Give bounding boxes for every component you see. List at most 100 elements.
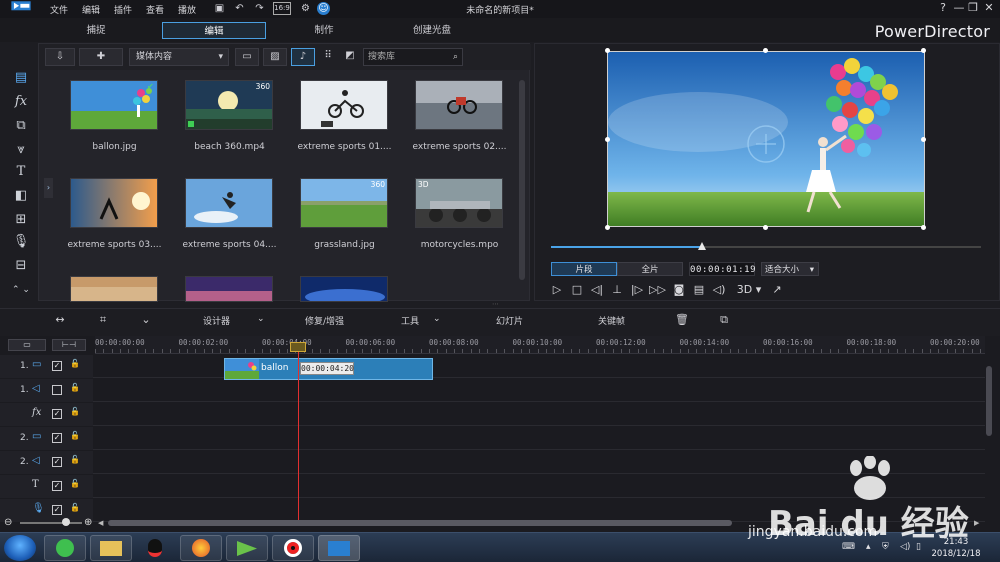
keyframe-button[interactable]: 关键帧 (598, 314, 625, 327)
transform-handle[interactable] (605, 137, 610, 142)
fast-forward-icon[interactable]: ▷▷ (649, 282, 666, 298)
track-row[interactable]: 1. ◁ 🔓 (0, 379, 985, 402)
timeline-zoom-slider[interactable] (20, 522, 82, 524)
menu-plugins[interactable]: 插件 (114, 3, 132, 16)
taskbar-firefox-icon[interactable] (180, 535, 222, 561)
crop-icon[interactable]: ⌗ (95, 312, 111, 328)
undock-preview-icon[interactable]: ↗ (769, 282, 785, 298)
start-button[interactable] (4, 535, 36, 561)
chevron-down-icon[interactable]: ⌄ (433, 314, 441, 324)
library-scrollbar[interactable] (519, 80, 525, 280)
chapter-room-icon[interactable]: ⊟ (8, 256, 34, 276)
undo-icon[interactable]: ↶ (233, 2, 246, 15)
import-media-button[interactable]: ⇩ (45, 48, 75, 66)
transform-handle[interactable] (921, 137, 926, 142)
next-frame-icon[interactable]: |▷ (629, 282, 645, 298)
track-row[interactable]: 2. ▭ ✓ 🔓 (0, 427, 985, 450)
fix-enhance-button[interactable]: 修复/增强 (305, 314, 344, 327)
tab-capture[interactable]: 捕捉 (44, 22, 148, 39)
subtitle-icon[interactable]: ▤ (691, 282, 707, 298)
menu-file[interactable]: 文件 (50, 3, 68, 16)
trash-icon[interactable]: 🗑 (674, 312, 690, 328)
clip-mode-tab[interactable]: 片段 (551, 262, 617, 276)
media-item-beach-360[interactable]: 360 beach 360.mp4 (172, 80, 287, 168)
redo-icon[interactable]: ↷ (253, 2, 266, 15)
close-button[interactable]: ✕ (982, 1, 996, 15)
scroll-left-icon[interactable]: ◀ (98, 519, 103, 527)
stop-icon[interactable]: □ (569, 282, 585, 298)
transform-handle[interactable] (921, 48, 926, 53)
movie-mode-tab[interactable]: 全片 (617, 262, 683, 276)
track-lock-icon[interactable]: 🔓 (70, 431, 80, 443)
help-button[interactable]: ? (936, 1, 950, 15)
title-room-icon[interactable]: T (8, 162, 34, 182)
playhead-marker-icon[interactable] (290, 342, 306, 352)
track-row[interactable]: fx ✓ 🔓 (0, 403, 985, 426)
fit-timeline-icon[interactable]: ↔ (52, 312, 68, 328)
fit-project-button[interactable]: ⊢⊣ (52, 339, 86, 351)
media-item-partial[interactable] (70, 276, 158, 302)
3d-mode-button[interactable]: 3D ▾ (735, 282, 763, 298)
account-icon[interactable]: ☺ (317, 2, 330, 15)
taskbar-explorer-icon[interactable] (90, 535, 132, 561)
track-lock-icon[interactable]: 🔓 (70, 455, 80, 467)
media-item-extreme-sports-04[interactable]: extreme sports 04.... (172, 178, 287, 266)
audio-mixing-room-icon[interactable]: ⊞ (8, 210, 34, 230)
transform-handle[interactable] (763, 48, 768, 53)
tools-button[interactable]: 工具 (401, 314, 419, 327)
tab-produce[interactable]: 制作 (272, 22, 376, 39)
transform-handle[interactable] (763, 225, 768, 230)
settings-gear-icon[interactable]: ⚙ (299, 2, 312, 15)
aspect-ratio-icon[interactable]: 16:9 (273, 2, 291, 15)
chevron-down-icon[interactable]: ⌄ (257, 314, 265, 324)
filter-audio-button[interactable]: ♪ (291, 48, 315, 66)
tab-create-disc[interactable]: 创建光盘 (380, 22, 484, 39)
timeline-vertical-scrollbar[interactable] (986, 366, 992, 436)
media-room-icon[interactable]: ▤ (8, 68, 34, 88)
menu-play[interactable]: 播放 (178, 3, 196, 16)
timeline-zoom-knob[interactable] (62, 518, 70, 526)
transform-handle[interactable] (605, 225, 610, 230)
media-item-extreme-sports-01[interactable]: extreme sports 01.... (287, 80, 402, 168)
restore-button[interactable]: ❐ (966, 1, 980, 15)
track-lock-icon[interactable]: 🔓 (70, 383, 80, 395)
menu-view[interactable]: 查看 (146, 3, 164, 16)
voiceover-room-icon[interactable]: 🎙 (8, 232, 34, 252)
pip-room-icon[interactable]: ⧉ (8, 116, 34, 136)
track-manager-button[interactable]: ▭ (8, 339, 46, 351)
media-item-motorcycles[interactable]: 3D motorcycles.mpo (402, 178, 515, 266)
taskbar-media-player-icon[interactable] (226, 535, 268, 561)
track-enable-checkbox[interactable]: ✓ (52, 457, 62, 467)
split-icon[interactable]: ⊥ (609, 282, 625, 298)
track-row[interactable]: 1. ▭ ✓ 🔓 (0, 355, 985, 378)
track-enable-checkbox[interactable]: ✓ (52, 505, 62, 515)
snapshot-camera-icon[interactable]: ◙ (671, 282, 687, 298)
track-lock-icon[interactable]: 🔓 (70, 407, 80, 419)
tab-edit[interactable]: 编辑 (162, 22, 266, 39)
thumbnail-size-button[interactable]: ◩ (341, 48, 359, 66)
panel-resize-handle[interactable]: ⋯ (492, 301, 508, 308)
scrub-handle-icon[interactable] (697, 242, 706, 250)
zoom-in-icon[interactable]: ⊕ (84, 517, 96, 529)
library-export-icon[interactable]: ⧉ (716, 312, 732, 328)
track-lock-icon[interactable]: 🔓 (70, 479, 80, 491)
preview-video[interactable] (607, 51, 925, 227)
grid-view-button[interactable]: ⠿ (319, 48, 337, 66)
fit-dropdown[interactable]: 适合大小 ▾ (761, 262, 819, 276)
previous-frame-icon[interactable]: ◁| (589, 282, 605, 298)
media-item-partial[interactable] (300, 276, 388, 302)
time-ruler[interactable]: 00:00:00:00 00:00:02:00 00:00:04:00 00:00:0… (95, 336, 985, 354)
track-lock-icon[interactable]: 🔓 (70, 359, 80, 371)
media-item-partial[interactable] (185, 276, 273, 302)
rail-scroll-icon[interactable]: ⌃ ⌄ (8, 280, 34, 300)
effect-room-icon[interactable]: fx (8, 92, 34, 112)
taskbar-powerdirector-icon[interactable] (318, 535, 360, 561)
taskbar-qq-icon[interactable] (134, 535, 176, 561)
taskbar-app-360-icon[interactable] (44, 535, 86, 561)
track-enable-checkbox[interactable]: ✓ (52, 409, 62, 419)
library-filter-dropdown[interactable]: 媒体内容 ▾ (129, 48, 229, 66)
track-enable-checkbox[interactable]: ✓ (52, 433, 62, 443)
library-search-input[interactable]: 搜索库 ⌕ (363, 48, 463, 66)
track-enable-checkbox[interactable]: ✓ (52, 361, 62, 371)
particle-room-icon[interactable]: ⩔ (8, 140, 34, 160)
